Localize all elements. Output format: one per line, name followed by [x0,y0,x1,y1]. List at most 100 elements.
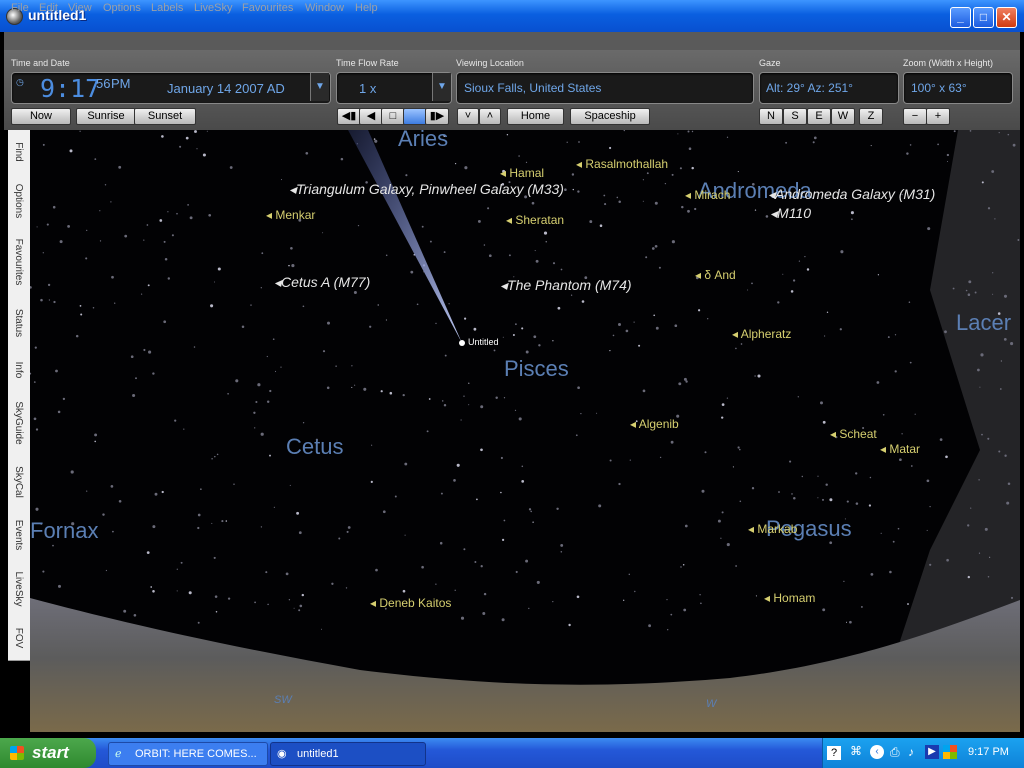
constellation-pisces[interactable]: Pisces [504,356,569,382]
spaceship-button[interactable]: Spaceship [570,108,650,125]
tab-favourites[interactable]: Favourites [8,228,30,297]
star-point [322,232,324,234]
zoom-in-button[interactable]: + [926,108,950,125]
tab-skycal[interactable]: SkyCal [8,456,30,509]
help-icon[interactable]: ? [827,746,841,760]
star-label-homam[interactable]: ◂ Homam [764,591,815,605]
dso-label-m33[interactable]: ◂Triangulum Galaxy, Pinwheel Galaxy (M33… [289,181,564,198]
star-point [952,287,955,290]
printer-icon[interactable]: ⎙ [890,745,900,760]
star-point [992,272,994,274]
star-label-deneb-kaitos[interactable]: ◂ Deneb Kaitos [370,596,451,610]
tab-options[interactable]: Options [8,174,30,229]
stop-button[interactable]: □ [381,108,405,125]
star-point [196,148,198,150]
tab-info[interactable]: Info [8,350,30,391]
dso-label-m77[interactable]: ◂Cetus A (M77) [274,274,370,291]
now-button[interactable]: Now [11,108,71,125]
star-label-algenib[interactable]: ◂ Algenib [630,417,679,431]
tray-expand-icon[interactable]: ‹ [870,745,884,759]
star-point [909,144,912,146]
speaker-icon[interactable]: ♪ [908,745,914,759]
star-point [435,583,437,585]
star-label-alpheratz[interactable]: ◂ Alpheratz [732,327,791,341]
step-back-fast-button[interactable]: ◀▮ [337,108,361,125]
star-point [979,386,981,388]
star-point [377,304,379,306]
menu-labels[interactable]: Labels [151,2,183,14]
gaze-south-button[interactable]: S [783,108,807,125]
task-orbit[interactable]: ℯ ORBIT: HERE COMES... [108,742,268,766]
location-display[interactable]: Sioux Falls, United States [456,72,754,104]
star-label-hamal[interactable]: ◂ Hamal [500,166,544,180]
home-button[interactable]: Home [507,108,564,125]
gaze-zenith-button[interactable]: Z [859,108,883,125]
dso-label-m110[interactable]: ◂M110 [770,205,811,222]
tray-clock[interactable]: 9:17 PM [968,746,1009,758]
location-down-chevron-icon[interactable]: ˅ [457,108,479,125]
tab-skyguide[interactable]: SkyGuide [8,390,30,457]
menu-edit[interactable]: Edit [39,2,58,14]
gaze-east-button[interactable]: E [807,108,831,125]
sky-view[interactable]: Aries Andromeda Lacer Pisces Cetus Forna… [30,130,1020,732]
star-point [269,454,271,457]
star-point [351,386,353,388]
menu-window[interactable]: Window [305,2,344,14]
star-label-mirach[interactable]: ◂ Mirach [685,188,730,202]
step-forward-button[interactable]: ▮▶ [425,108,449,125]
play-button[interactable] [403,108,427,125]
network-icon[interactable]: ⌘ [850,744,862,758]
star-label-markab[interactable]: ◂ Markab [748,522,797,536]
tab-livesky[interactable]: LiveSky [8,562,30,617]
tab-find[interactable]: Find [8,130,30,175]
start-button[interactable]: start [0,738,96,768]
location-up-chevron-icon[interactable]: ˄ [479,108,501,125]
zoom-out-button[interactable]: − [903,108,927,125]
constellation-lacerta[interactable]: Lacer [956,310,1011,336]
dso-label-m74[interactable]: ◂The Phantom (M74) [500,277,632,294]
star-point [503,519,506,522]
constellation-aries[interactable]: Aries [398,130,448,152]
step-back-button[interactable]: ◀ [359,108,383,125]
comet-label[interactable]: Untitled [468,337,499,347]
flow-rate-dropdown-button[interactable]: ▼ [432,73,451,101]
star-label-menkar[interactable]: ◂ Menkar [266,208,315,222]
sunrise-button[interactable]: Sunrise [76,108,136,125]
tab-fov[interactable]: FOV [8,616,30,661]
constellation-fornax[interactable]: Fornax [30,518,98,544]
star-label-delta-and[interactable]: ◂ δ And [695,268,736,282]
tab-events[interactable]: Events [8,508,30,563]
star-point [161,135,164,138]
star-label-rasalmothallah[interactable]: ◂ Rasalmothallah [576,157,668,171]
minimize-button[interactable]: _ [950,7,971,28]
zoom-display[interactable]: 100° x 63° [903,72,1013,104]
sunset-button[interactable]: Sunset [134,108,196,125]
menu-favourites[interactable]: Favourites [242,2,293,14]
menu-view[interactable]: View [68,2,92,14]
clock-icon: ◷ [16,77,24,87]
date-dropdown-button[interactable]: ▼ [310,73,329,101]
menu-livesky[interactable]: LiveSky [194,2,233,14]
menu-options[interactable]: Options [103,2,141,14]
constellation-cetus[interactable]: Cetus [286,434,343,460]
flow-rate-display[interactable]: 1 x ▼ [336,72,452,104]
star-point [638,344,641,347]
close-button[interactable]: ✕ [996,7,1017,28]
menu-file[interactable]: File [11,2,29,14]
gaze-display[interactable]: Alt: 29° Az: 251° [759,72,899,104]
windows-update-icon[interactable] [943,745,957,759]
star-point [829,498,833,502]
gaze-west-button[interactable]: W [831,108,855,125]
star-label-sheratan[interactable]: ◂ Sheratan [506,213,564,227]
star-point [164,257,168,261]
tab-status[interactable]: Status [8,296,30,351]
star-label-scheat[interactable]: ◂ Scheat [830,427,877,441]
dso-label-m31[interactable]: ◂Andromeda Galaxy (M31) [768,186,935,203]
menu-help[interactable]: Help [355,2,378,14]
gaze-north-button[interactable]: N [759,108,783,125]
maximize-button[interactable]: □ [973,7,994,28]
star-label-matar[interactable]: ◂ Matar [880,442,920,456]
time-date-display[interactable]: ◷ 9:17 56 PM January 14 2007 AD ▼ [11,72,331,104]
media-player-icon[interactable]: ▶ [925,745,939,759]
task-untitled1[interactable]: ◉ untitled1 [270,742,426,766]
